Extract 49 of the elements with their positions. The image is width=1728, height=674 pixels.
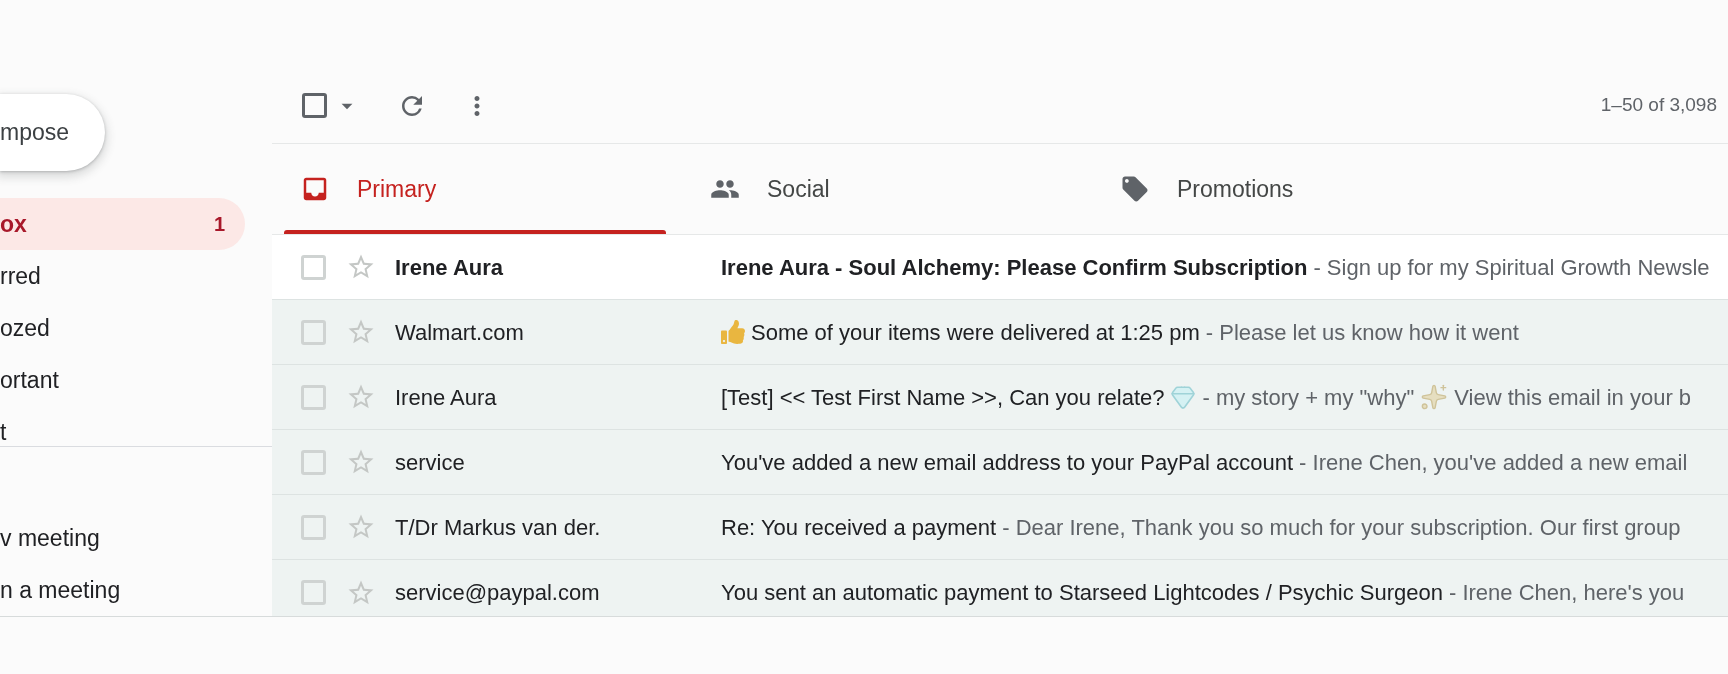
row-checkbox[interactable] <box>301 580 326 605</box>
email-subject: [Test] << Test First Name >>, Can you relate? <box>721 383 1165 412</box>
email-snippet: - Irene Chen, you've added a new email <box>1299 448 1688 477</box>
email-row[interactable]: Walmart.com Some of your items were delivered at 1:25 pm - Please let us know how it went <box>272 300 1728 365</box>
category-tab[interactable]: Social <box>694 144 830 234</box>
email-subject: Some of your items were delivered at 1:25 pm <box>751 318 1200 347</box>
sender-name: Irene Aura <box>395 254 503 280</box>
thumbs-up-icon <box>721 320 745 344</box>
sidebar-item[interactable]: t <box>0 415 7 450</box>
email-snippet: - Please let us know how it went <box>1205 318 1519 347</box>
sidebar-item[interactable]: ortant <box>0 362 59 398</box>
gem-icon <box>1170 384 1197 410</box>
row-checkbox[interactable] <box>301 254 326 280</box>
sender-name: Irene Aura <box>395 384 497 410</box>
compose-button[interactable]: mpose <box>0 94 105 171</box>
sidebar-item[interactable]: ox 1 <box>0 198 245 250</box>
email-snippet: - Sign up for my Spiritual Growth Newsle <box>1313 253 1710 282</box>
email-subject: Re: You received a payment <box>721 513 997 542</box>
page-range: 1–50 of 3,098 <box>1600 93 1718 118</box>
email-row[interactable]: service@paypal.com You sent an automatic payment to Starseed Lightcodes / Psychic Surgeon - Irene Chen, here's you <box>272 560 1728 616</box>
unread-count: 1 <box>213 212 225 237</box>
sender-name: service@paypal.com <box>395 580 600 605</box>
category-tab[interactable]: Promotions <box>1104 144 1294 234</box>
sender-name: T/Dr Markus van der. <box>395 514 601 540</box>
email-subject: Irene Aura - Soul Alchemy: Please Confirm Subscription <box>721 253 1308 282</box>
category-tab[interactable]: Primary <box>284 144 666 234</box>
tag-icon <box>1120 174 1150 204</box>
email-snippet: View this email in your b <box>1454 383 1692 412</box>
email-snippet: - Dear Irene, Thank you so much for your subscription. Our first group <box>1002 513 1681 542</box>
row-checkbox[interactable] <box>301 514 326 540</box>
sidebar-item[interactable]: ozed <box>0 310 50 346</box>
email-subject: You've added a new email address to your PayPal account <box>721 448 1294 477</box>
sender-name: service <box>395 449 465 475</box>
row-checkbox[interactable] <box>301 449 326 475</box>
row-checkbox[interactable] <box>301 384 326 410</box>
email-row[interactable]: service You've added a new email address to your PayPal account - Irene Chen, you've added a new email <box>272 430 1728 495</box>
row-checkbox[interactable] <box>301 319 326 345</box>
email-row[interactable]: Irene Aura Irene Aura - Soul Alchemy: Please Confirm Subscription - Sign up for my Spiritual Growth Newsle <box>272 235 1728 300</box>
email-row[interactable]: Irene Aura [Test] << Test First Name >>, Can you relate? - my story + my "why" View this email in your b <box>272 365 1728 430</box>
meet-item[interactable]: v meeting <box>0 520 100 556</box>
meet-item[interactable]: n a meeting <box>0 572 121 608</box>
email-row[interactable]: T/Dr Markus van der. Re: You received a payment - Dear Irene, Thank you so much for your subscription. Our first group <box>272 495 1728 560</box>
sparkles-icon <box>1420 383 1449 411</box>
sender-name: Walmart.com <box>395 319 524 345</box>
sidebar-item[interactable]: rred <box>0 258 41 294</box>
email-snippet: - Irene Chen, here's you <box>1448 579 1685 607</box>
email-subject: You sent an automatic payment to Starseed Lightcodes / Psychic Surgeon <box>721 579 1443 607</box>
select-all-checkbox[interactable] <box>302 93 327 118</box>
email-snippet: - my story + my "why" <box>1202 383 1415 412</box>
